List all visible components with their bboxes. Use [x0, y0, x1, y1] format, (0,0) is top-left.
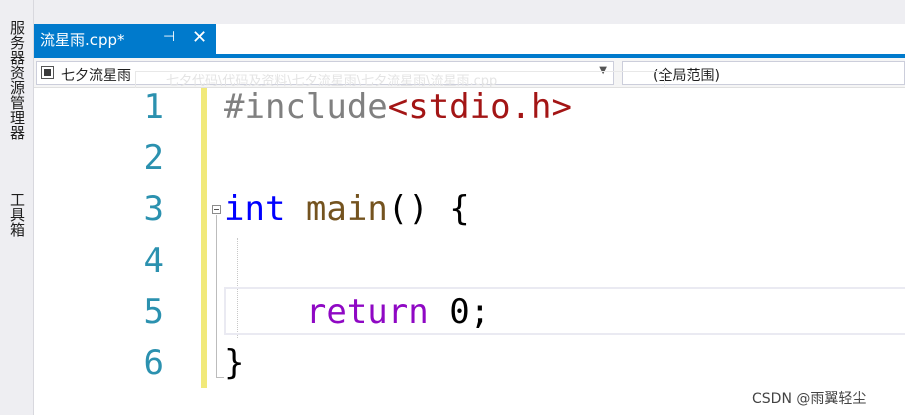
close-icon[interactable]: ✕ [192, 27, 207, 48]
tab-well [34, 0, 905, 24]
server-explorer-tab[interactable]: 服务器资源管理器 [0, 20, 33, 140]
scope-dropdown-value: 七夕流星雨 [61, 68, 131, 84]
pin-icon[interactable]: ⊣ [163, 29, 175, 45]
include-path: <stdio.h> [387, 87, 572, 127]
code-line-1: #include<stdio.h> [224, 82, 572, 133]
collapse-toggle-icon[interactable] [212, 205, 221, 214]
preprocessor-directive: #include [224, 87, 388, 127]
project-icon [41, 66, 54, 79]
line-number: 6 [143, 343, 164, 383]
side-tool-strip: 服务器资源管理器 工具箱 [0, 0, 34, 415]
return-value: 0; [428, 292, 491, 332]
line-number: 2 [143, 138, 164, 178]
line-number: 3 [143, 189, 164, 229]
document-tab[interactable]: 流星雨.cpp* ⊣ ✕ [34, 24, 216, 54]
function-name: main [305, 189, 388, 229]
closing-brace: } [224, 343, 245, 383]
function-signature-rest: () { [387, 189, 470, 229]
outline-line [216, 215, 217, 377]
code-line-3: int main() { [224, 184, 470, 235]
change-tracking-bar [201, 88, 207, 388]
code-line-5: return 0; [224, 287, 490, 338]
keyword-int: int [224, 189, 286, 229]
line-number: 1 [143, 87, 164, 127]
document-tab-title: 流星雨.cpp* [40, 31, 125, 49]
line-number: 4 [143, 241, 164, 281]
line-number: 5 [143, 292, 164, 332]
code-line-6: } [224, 338, 244, 389]
code-editor[interactable]: 1 2 3 4 5 6 #include<stdio.h> int main()… [34, 87, 905, 415]
toolbox-tab[interactable]: 工具箱 [0, 192, 33, 237]
keyword-return: return [305, 292, 429, 332]
watermark: CSDN @雨翼轻尘 [752, 391, 867, 407]
outline-line-end [216, 377, 224, 378]
